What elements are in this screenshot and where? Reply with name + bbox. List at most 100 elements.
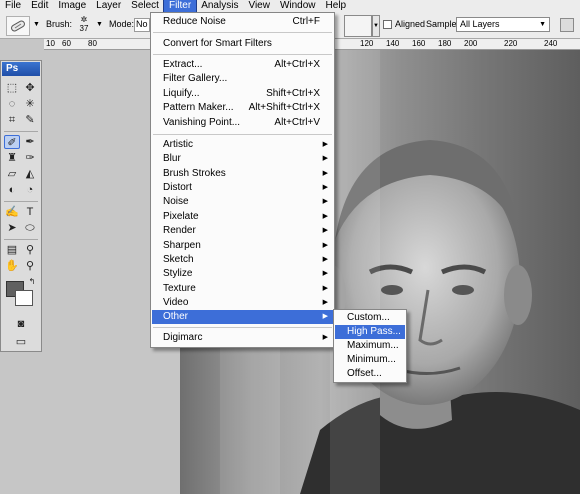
- brush-tool-icon[interactable]: ✒: [22, 135, 38, 149]
- ruler-label: 200: [464, 39, 478, 48]
- menu-item-label: Convert for Smart Filters: [163, 38, 272, 49]
- brush-dot-icon: ✲: [80, 15, 88, 24]
- menu-divider: [153, 32, 332, 33]
- menu-item-video[interactable]: Video ▶: [152, 296, 333, 310]
- paint-bucket-tool-icon[interactable]: ◭: [22, 167, 38, 181]
- menu-filter[interactable]: Filter: [162, 0, 198, 13]
- tool-preset-picker[interactable]: [6, 16, 30, 36]
- swap-colors-icon[interactable]: ↰: [24, 275, 40, 289]
- sample-label: Sample:: [426, 19, 460, 29]
- hand-tool-icon[interactable]: ✋: [4, 259, 20, 273]
- ps-logo: Ps: [2, 62, 40, 76]
- menu-item-filter-gallery[interactable]: Filter Gallery...: [152, 72, 333, 86]
- menu-item-high-pass[interactable]: High Pass...: [335, 325, 405, 339]
- menu-view[interactable]: View: [243, 0, 275, 12]
- menu-file[interactable]: File: [0, 0, 26, 12]
- menu-item-pixelate[interactable]: Pixelate ▶: [152, 210, 333, 224]
- eyedropper-tool-icon[interactable]: ⚲: [22, 243, 38, 257]
- marquee-tool-icon[interactable]: ⬚: [4, 81, 20, 95]
- pen-tool-icon[interactable]: ✍: [4, 205, 20, 219]
- pattern-swatch[interactable]: [344, 15, 372, 37]
- sample-select[interactable]: All Layers ▼: [456, 17, 550, 32]
- blur-tool-icon[interactable]: ◐: [4, 183, 20, 197]
- menu-item-label: Sharpen: [163, 240, 201, 251]
- menu-item-label: Stylize: [163, 268, 193, 279]
- menu-item-digimarc[interactable]: Digimarc ▶: [152, 331, 333, 345]
- lasso-tool-icon[interactable]: ◌: [4, 97, 20, 111]
- menu-item-texture[interactable]: Texture ▶: [152, 282, 333, 296]
- menu-item-vanishing-point[interactable]: Vanishing Point... Alt+Ctrl+V: [152, 116, 333, 130]
- submenu-arrow-icon: ▶: [322, 299, 328, 306]
- eraser-tool-icon[interactable]: ▱: [4, 167, 20, 181]
- slice-tool-icon[interactable]: ✎: [22, 113, 38, 127]
- chevron-down-icon[interactable]: ▼: [372, 15, 380, 37]
- menu-item-render[interactable]: Render ▶: [152, 224, 333, 238]
- other-submenu: Custom... High Pass... Maximum... Minimu…: [333, 309, 407, 383]
- brush-size: 37: [79, 24, 89, 33]
- zoom-tool-icon[interactable]: ⚲: [22, 259, 38, 273]
- menu-item-blur[interactable]: Blur ▶: [152, 152, 333, 166]
- menu-item-maximum[interactable]: Maximum...: [335, 339, 405, 353]
- menu-item-brush-strokes[interactable]: Brush Strokes ▶: [152, 167, 333, 181]
- aligned-checkbox[interactable]: [383, 20, 392, 29]
- menu-help[interactable]: Help: [321, 0, 352, 12]
- menu-image[interactable]: Image: [53, 0, 91, 12]
- menu-item-sketch[interactable]: Sketch ▶: [152, 253, 333, 267]
- menu-item-pattern-maker[interactable]: Pattern Maker... Alt+Shift+Ctrl+X: [152, 101, 333, 115]
- shape-tool-icon[interactable]: ⬭: [22, 221, 38, 235]
- menu-item-custom[interactable]: Custom...: [335, 311, 405, 325]
- menu-item-reduce-noise[interactable]: Reduce Noise Ctrl+F: [152, 15, 333, 29]
- background-color-swatch[interactable]: [15, 290, 33, 306]
- menu-divider: [153, 134, 332, 135]
- dodge-tool-icon[interactable]: ◔: [22, 183, 38, 197]
- menu-edit[interactable]: Edit: [26, 0, 53, 12]
- history-brush-tool-icon[interactable]: ✑: [22, 151, 38, 165]
- menu-item-extract[interactable]: Extract... Alt+Ctrl+X: [152, 58, 333, 72]
- ruler-label: 140: [386, 39, 400, 48]
- crop-tool-icon[interactable]: ⌗: [4, 113, 20, 127]
- menu-item-distort[interactable]: Distort ▶: [152, 181, 333, 195]
- submenu-arrow-icon: ▶: [322, 334, 328, 341]
- chevron-down-icon[interactable]: ▼: [96, 21, 103, 28]
- mode-select[interactable]: No: [134, 18, 150, 32]
- menu-item-offset[interactable]: Offset...: [335, 367, 405, 381]
- type-tool-icon[interactable]: T: [22, 205, 38, 219]
- screen-mode-icon[interactable]: ▭: [13, 335, 29, 349]
- menu-window[interactable]: Window: [275, 0, 321, 12]
- ruler-label: 240: [544, 39, 558, 48]
- submenu-arrow-icon: ▶: [322, 256, 328, 263]
- ignore-adjustment-layers-icon[interactable]: [560, 18, 574, 32]
- quick-mask-icon[interactable]: ◙: [13, 317, 29, 331]
- menu-item-liquify[interactable]: Liquify... Shift+Ctrl+X: [152, 87, 333, 101]
- menu-item-label: Sketch: [163, 254, 194, 265]
- menu-item-stylize[interactable]: Stylize ▶: [152, 267, 333, 281]
- menu-item-convert-smart-filters[interactable]: Convert for Smart Filters: [152, 37, 333, 51]
- menu-item-label: Artistic: [163, 139, 193, 150]
- menu-item-sharpen[interactable]: Sharpen ▶: [152, 239, 333, 253]
- menu-item-other[interactable]: Other ▶: [152, 310, 333, 324]
- menu-divider: [153, 54, 332, 55]
- submenu-arrow-icon: ▶: [322, 141, 328, 148]
- menu-select[interactable]: Select: [126, 0, 164, 12]
- chevron-down-icon: ▼: [539, 21, 546, 28]
- magic-wand-tool-icon[interactable]: ✳: [22, 97, 38, 111]
- menu-item-shortcut: Alt+Shift+Ctrl+X: [248, 102, 320, 113]
- menu-item-minimum[interactable]: Minimum...: [335, 353, 405, 367]
- menu-layer[interactable]: Layer: [91, 0, 126, 12]
- submenu-arrow-icon: ▶: [322, 170, 328, 177]
- move-tool-icon[interactable]: ✥: [22, 81, 38, 95]
- menu-analysis[interactable]: Analysis: [196, 0, 243, 12]
- path-selection-tool-icon[interactable]: ➤: [4, 221, 20, 235]
- brush-label: Brush:: [46, 19, 73, 29]
- brush-picker[interactable]: ✲ 37: [76, 15, 92, 35]
- menu-item-shortcut: Alt+Ctrl+X: [274, 59, 320, 70]
- menu-item-label: Blur: [163, 153, 181, 164]
- notes-tool-icon[interactable]: ▤: [4, 243, 20, 257]
- menu-item-label: Texture: [163, 283, 196, 294]
- menu-item-label: Pattern Maker...: [163, 102, 234, 113]
- menu-item-artistic[interactable]: Artistic ▶: [152, 138, 333, 152]
- chevron-down-icon[interactable]: ▼: [33, 21, 40, 28]
- healing-brush-tool-icon[interactable]: ✐: [4, 135, 20, 149]
- clone-stamp-tool-icon[interactable]: ♜: [4, 151, 20, 165]
- menu-item-noise[interactable]: Noise ▶: [152, 195, 333, 209]
